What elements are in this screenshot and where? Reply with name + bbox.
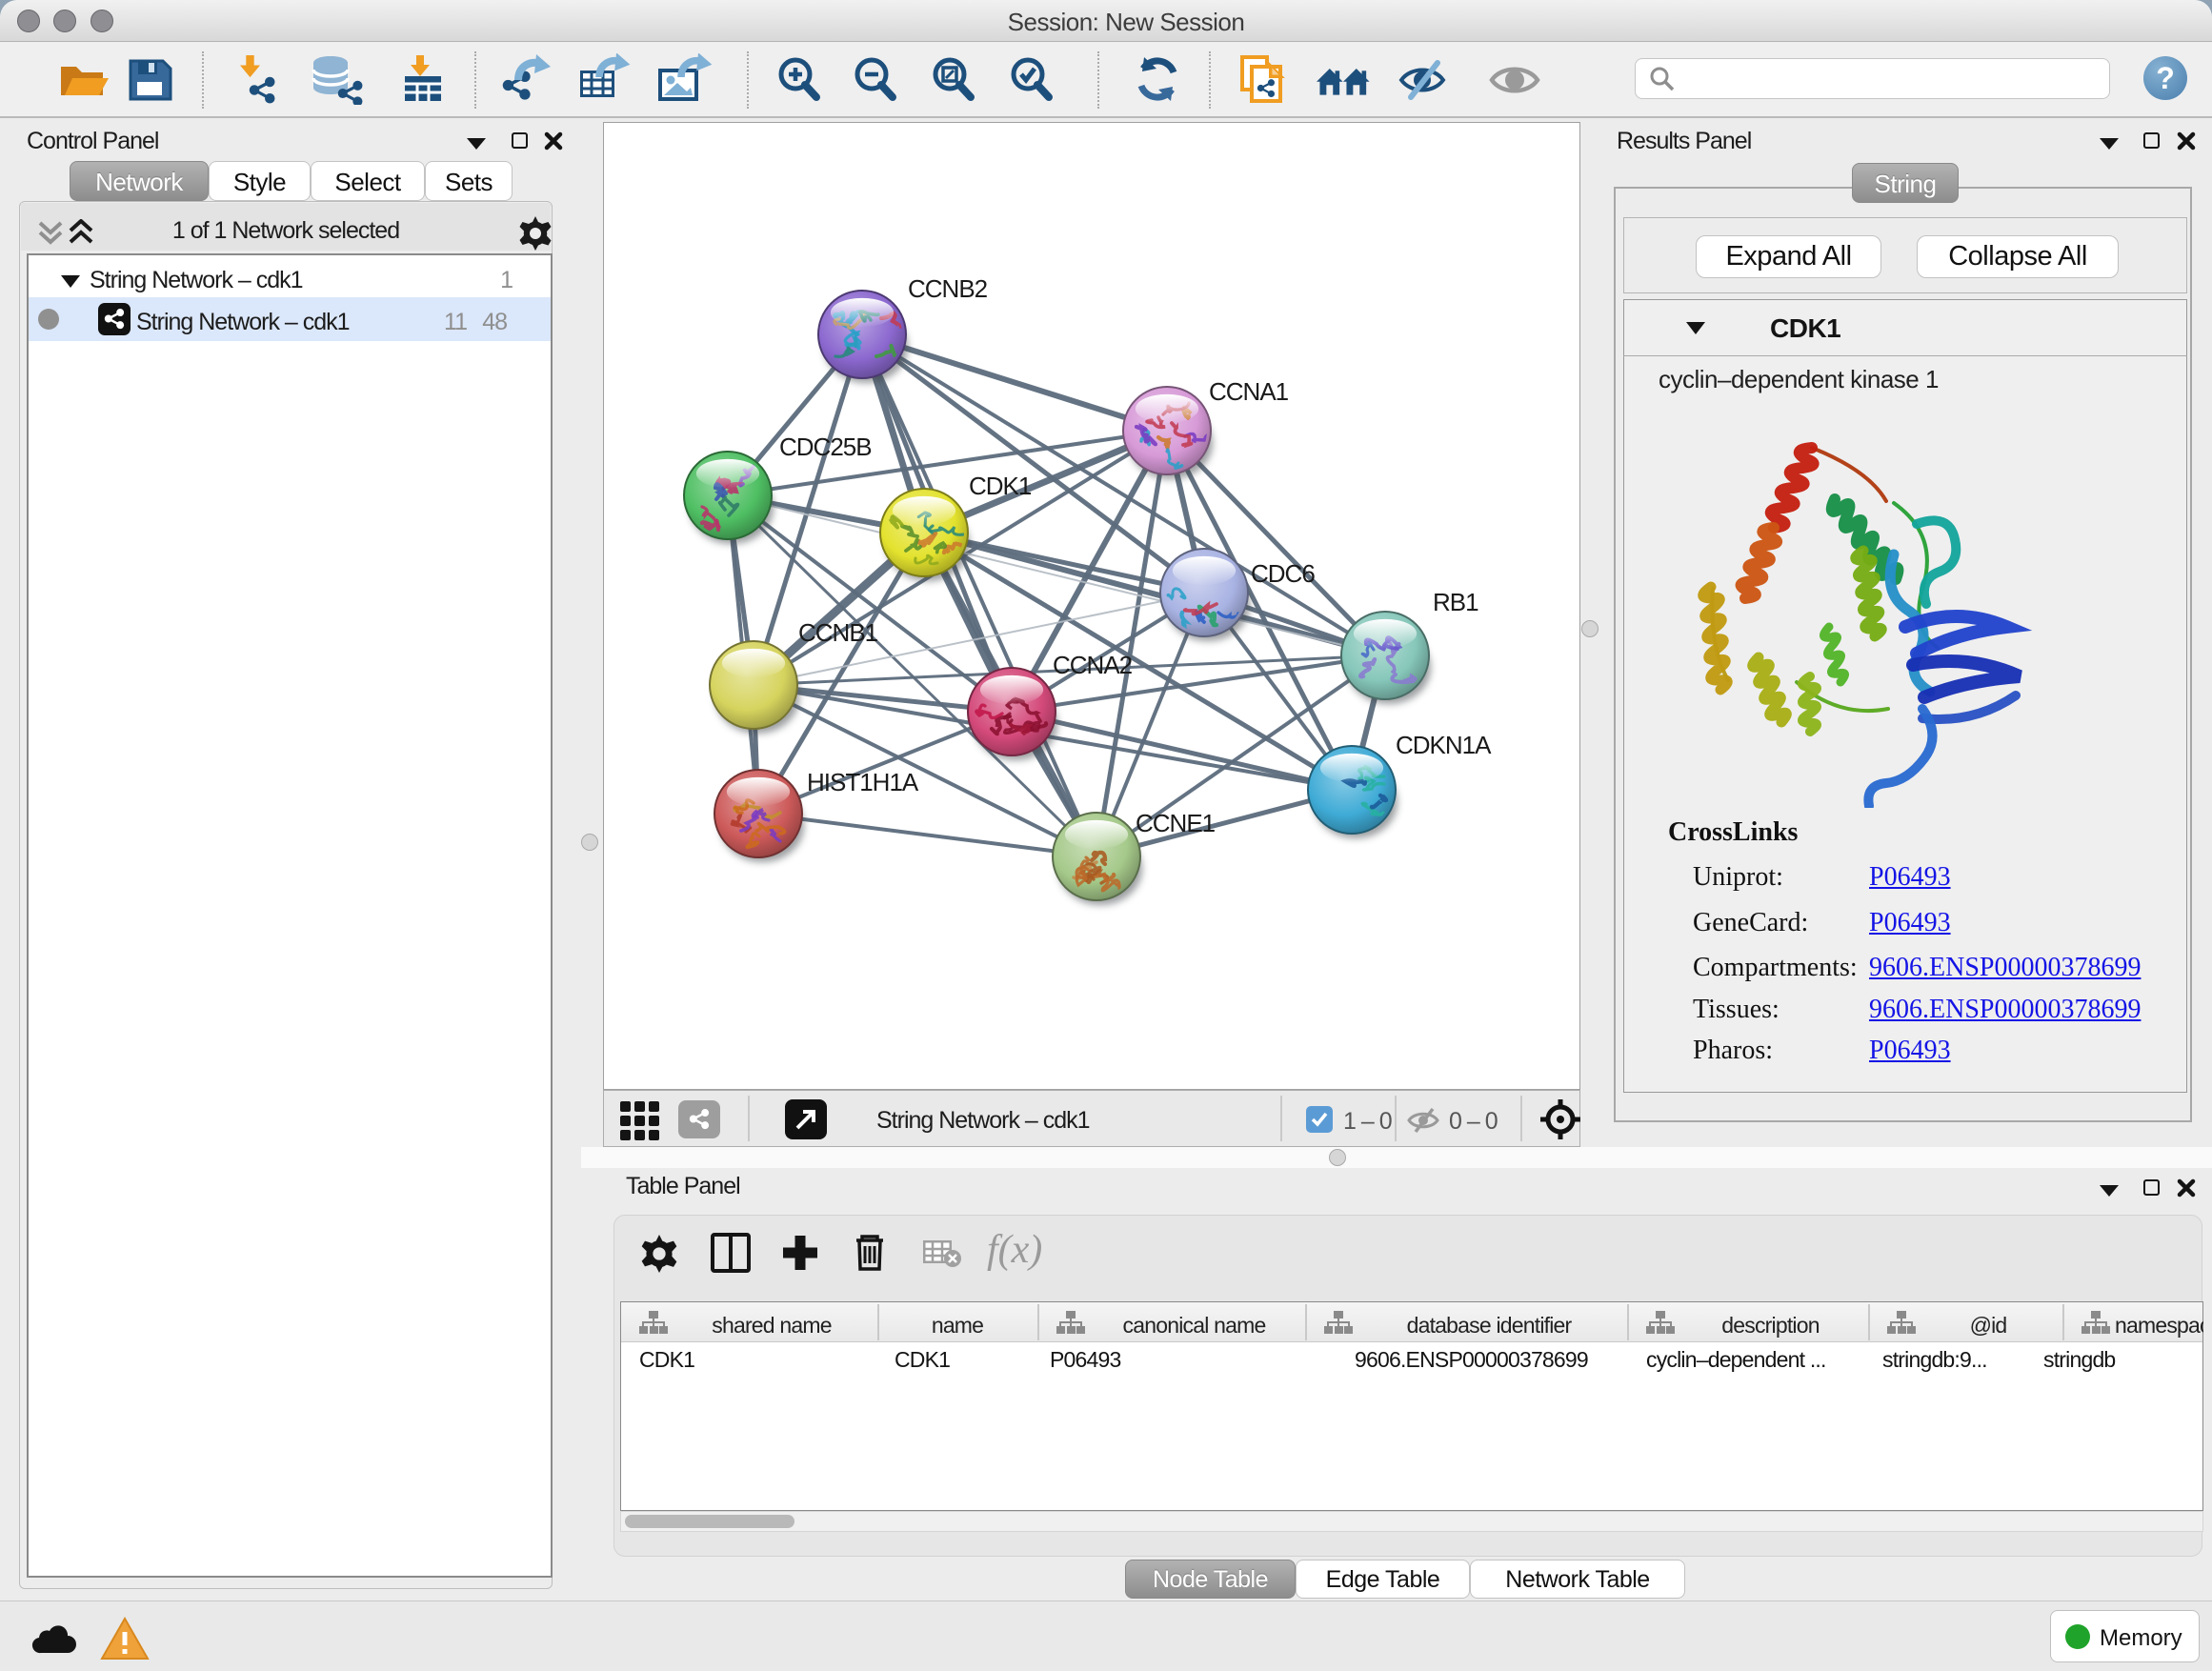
svg-text:CDK1: CDK1 (969, 472, 1032, 500)
svg-text:HIST1H1A: HIST1H1A (807, 768, 919, 796)
svg-text:CCNA2: CCNA2 (1053, 651, 1133, 679)
svg-text:CDC6: CDC6 (1251, 559, 1315, 588)
svg-text:CDC25B: CDC25B (779, 433, 872, 461)
svg-text:CDKN1A: CDKN1A (1396, 731, 1492, 759)
svg-text:CCNA1: CCNA1 (1209, 377, 1289, 406)
svg-text:RB1: RB1 (1433, 588, 1478, 616)
svg-text:CCNB1: CCNB1 (798, 618, 878, 647)
svg-text:CCNB2: CCNB2 (908, 274, 988, 303)
svg-text:CCNE1: CCNE1 (1136, 809, 1216, 837)
